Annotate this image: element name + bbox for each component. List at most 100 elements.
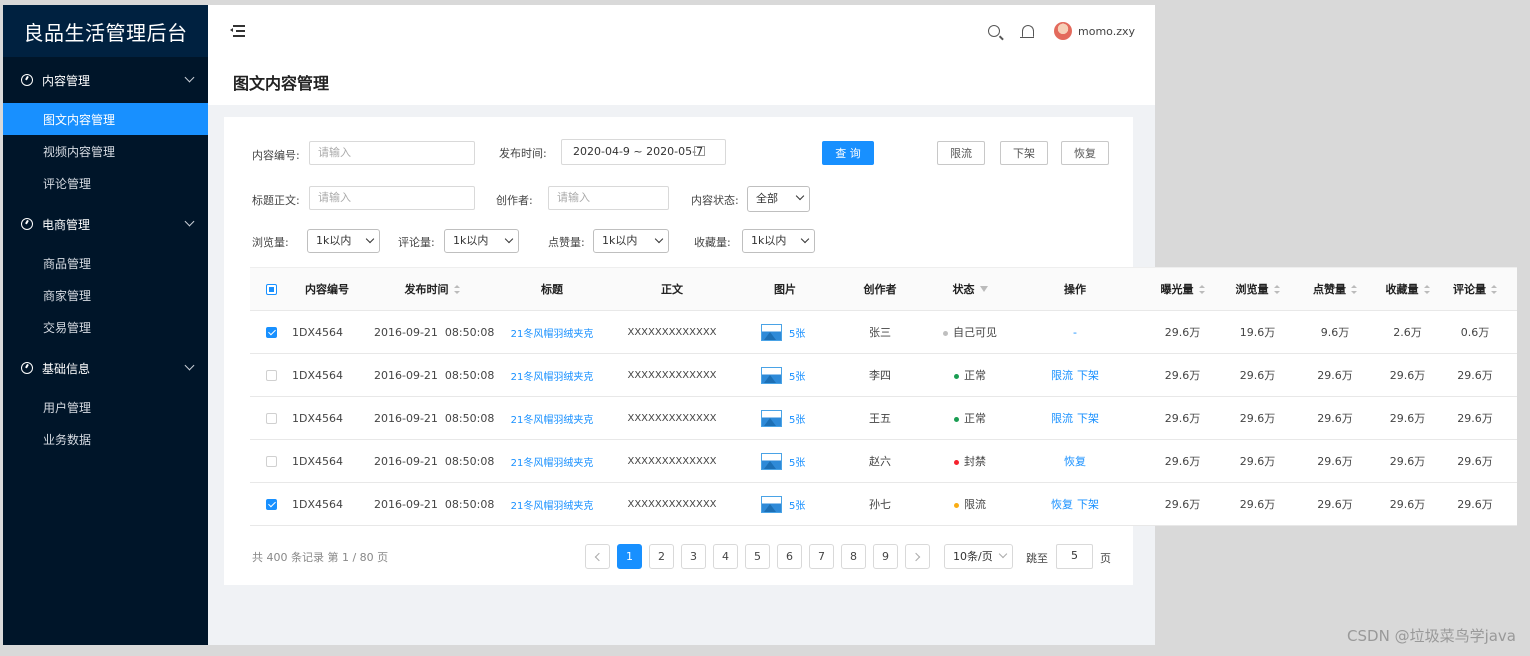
page-button[interactable]: 3 [681, 544, 706, 569]
images-cell[interactable]: 5张 [761, 452, 805, 470]
images-cell[interactable]: 5张 [761, 495, 805, 513]
title-link[interactable]: 21冬风帽羽绒夹克 [511, 454, 594, 469]
menu-fold-icon[interactable] [230, 24, 246, 38]
page-button[interactable]: 1 [617, 544, 642, 569]
row-action-link[interactable]: 恢复 [1064, 455, 1086, 468]
take-offline-button[interactable]: 下架 [1000, 141, 1048, 165]
sidebar-item[interactable]: 业务数据 [3, 423, 208, 455]
status-text: 封禁 [964, 455, 986, 468]
bell-icon[interactable] [1020, 25, 1034, 38]
images-cell[interactable]: 5张 [761, 366, 805, 384]
sidebar-item[interactable]: 用户管理 [3, 391, 208, 423]
restore-button[interactable]: 恢复 [1061, 141, 1109, 165]
sort-icon[interactable] [1198, 284, 1205, 294]
sort-icon[interactable] [1423, 284, 1430, 294]
favorites-select[interactable]: 1k以内 [742, 229, 815, 253]
row-action-link[interactable]: 恢复 [1051, 498, 1073, 511]
likes-select[interactable]: 1k以内 [593, 229, 669, 253]
sidebar-group[interactable]: 电商管理 [3, 201, 208, 247]
table-cell: 2.6万 [1375, 311, 1440, 353]
page-button[interactable]: 5 [745, 544, 770, 569]
image-count-link[interactable]: 5张 [789, 411, 805, 426]
table-cell: 29.6万 [1145, 311, 1220, 353]
column-header[interactable]: 点赞量 [1295, 268, 1375, 310]
prev-page-button[interactable] [585, 544, 610, 569]
sidebar-item[interactable]: 评论管理 [3, 167, 208, 199]
creator-input[interactable]: 请输入 [548, 186, 669, 210]
row-checkbox[interactable] [265, 498, 277, 510]
row-checkbox[interactable] [265, 455, 277, 467]
row-action-link[interactable]: 下架 [1077, 412, 1099, 425]
title-link[interactable]: 21冬风帽羽绒夹克 [511, 411, 594, 426]
page-button[interactable]: 7 [809, 544, 834, 569]
images-cell[interactable]: 5张 [761, 409, 805, 427]
sidebar-group[interactable]: 内容管理 [3, 57, 208, 103]
page-size-select[interactable]: 10条/页 [944, 544, 1013, 569]
sidebar-item[interactable]: 交易管理 [3, 311, 208, 343]
sort-icon[interactable] [1273, 284, 1280, 294]
sidebar-item[interactable]: 商家管理 [3, 279, 208, 311]
table-cell: 2016-09-21 08:50:08 [362, 311, 502, 353]
row-action-link[interactable]: 限流 [1051, 412, 1073, 425]
page-button[interactable]: 4 [713, 544, 738, 569]
page-button[interactable]: 9 [873, 544, 898, 569]
content-id-input[interactable]: 请输入 [309, 141, 475, 165]
image-count-link[interactable]: 5张 [789, 497, 805, 512]
metric-comments: 29.6万 [1457, 498, 1493, 511]
search-icon[interactable] [988, 25, 1000, 37]
page-button[interactable]: 8 [841, 544, 866, 569]
title-text-input[interactable]: 请输入 [309, 186, 475, 210]
content-id: 1DX4564 [292, 325, 343, 339]
comments-value: 1k以内 [453, 234, 489, 247]
limit-flow-button[interactable]: 限流 [937, 141, 985, 165]
user-name[interactable]: momo.zxy [1078, 25, 1135, 38]
row-checkbox[interactable] [265, 326, 277, 338]
next-page-button[interactable] [905, 544, 930, 569]
sort-icon[interactable] [1491, 284, 1497, 294]
column-header[interactable]: 发布时间 [362, 268, 502, 310]
column-header[interactable]: 浏览量 [1220, 268, 1295, 310]
title-link[interactable]: 21冬风帽羽绒夹克 [511, 497, 594, 512]
row-action-link[interactable]: 限流 [1051, 369, 1073, 382]
column-header-label: 状态 [952, 283, 975, 296]
image-count-link[interactable]: 5张 [789, 368, 805, 383]
image-count-link[interactable]: 5张 [789, 325, 805, 340]
image-thumbnail-icon [761, 323, 782, 341]
title-link[interactable]: 21冬风帽羽绒夹克 [511, 368, 594, 383]
column-header[interactable]: 曝光量 [1145, 268, 1220, 310]
page-button[interactable]: 2 [649, 544, 674, 569]
filter-icon[interactable] [979, 286, 988, 292]
views-select[interactable]: 1k以内 [307, 229, 380, 253]
table-cell: 5张 [745, 354, 825, 396]
column-header[interactable]: 收藏量 [1375, 268, 1440, 310]
table-cell: 李四 [840, 354, 920, 396]
sidebar-item[interactable]: 图文内容管理 [3, 103, 208, 135]
image-count-link[interactable]: 5张 [789, 454, 805, 469]
content-status-select[interactable]: 全部 [747, 186, 810, 212]
avatar[interactable] [1054, 22, 1072, 40]
sidebar-item[interactable]: 商品管理 [3, 247, 208, 279]
row-checkbox[interactable] [265, 412, 277, 424]
comments-select[interactable]: 1k以内 [444, 229, 519, 253]
publish-time-range-picker[interactable]: 2020-04-9 ~ 2020-05-7 [561, 139, 726, 165]
select-all-checkbox[interactable] [265, 283, 277, 295]
row-action-link[interactable]: 下架 [1077, 369, 1099, 382]
sort-icon[interactable] [1351, 284, 1357, 294]
status-badge: 自己可见 [943, 324, 997, 340]
jump-page-input[interactable]: 5 [1056, 544, 1093, 569]
query-button[interactable]: 查 询 [822, 141, 874, 165]
page-button[interactable]: 6 [777, 544, 802, 569]
column-header[interactable]: 状态 [920, 268, 1020, 310]
row-action-link[interactable]: 下架 [1077, 498, 1099, 511]
sort-icon[interactable] [453, 284, 460, 294]
table-cell: 29.6万 [1145, 483, 1220, 525]
table-cell: 29.6万 [1375, 354, 1440, 396]
column-header: 标题 [502, 268, 602, 310]
row-checkbox[interactable] [265, 369, 277, 381]
sidebar-group[interactable]: 基础信息 [3, 345, 208, 391]
column-header[interactable]: 评论量 [1440, 268, 1510, 310]
sidebar-item[interactable]: 视频内容管理 [3, 135, 208, 167]
table-cell: 29.6万 [1220, 354, 1295, 396]
title-link[interactable]: 21冬风帽羽绒夹克 [511, 325, 594, 340]
images-cell[interactable]: 5张 [761, 323, 805, 341]
